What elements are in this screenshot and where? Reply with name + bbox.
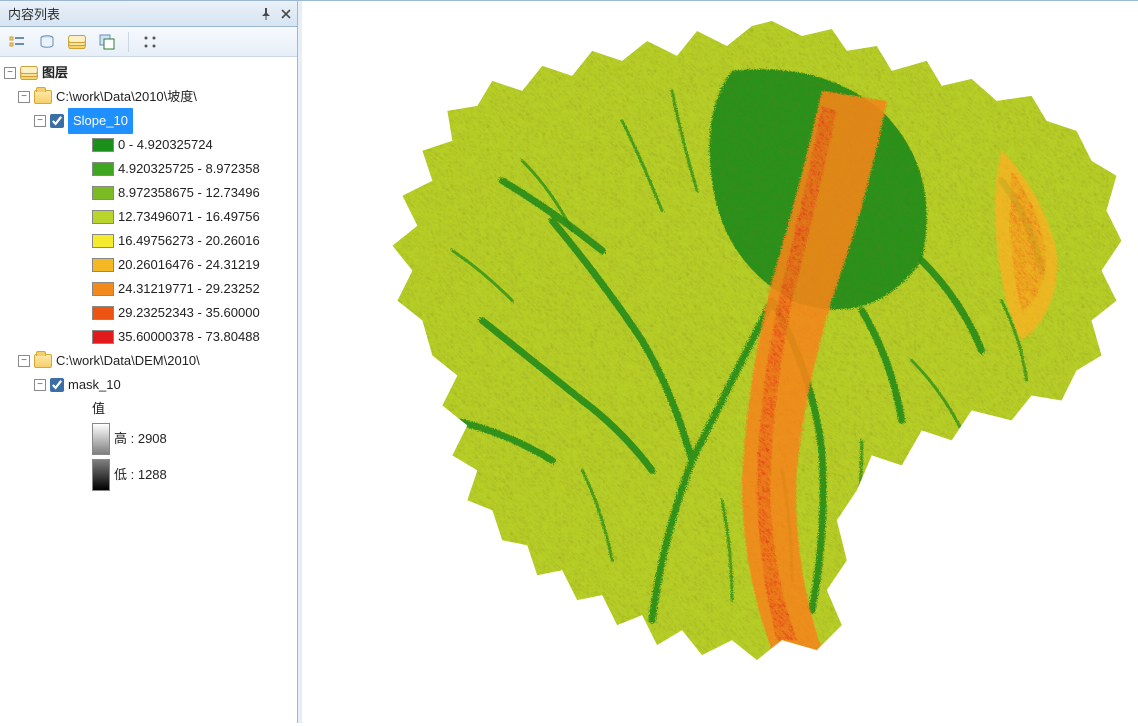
legend-class: 12.73496071 - 16.49756 [4,205,297,229]
layer-tree[interactable]: − 图层 − C:\work\Data\2010\坡度\ − Slope_10 … [0,57,297,723]
pin-icon[interactable] [259,8,273,20]
layer-name[interactable]: Slope_10 [68,108,133,134]
legend-swatch [92,459,110,491]
legend-label: 29.23252343 - 35.60000 [118,301,260,325]
legend-swatch [92,423,110,455]
close-icon[interactable] [279,9,293,19]
legend-swatch [92,162,114,176]
list-selection-button[interactable] [96,31,118,53]
legend-swatch [92,210,114,224]
legend-swatch [92,282,114,296]
legend-label: 24.31219771 - 29.23252 [118,277,260,301]
slope-raster [302,1,1138,723]
legend-stretch: 高 : 2908 [4,421,297,457]
layer-visibility-checkbox[interactable] [50,378,64,392]
group-path: C:\work\Data\2010\坡度\ [56,85,197,109]
root-label: 图层 [42,61,68,85]
legend-class: 4.920325725 - 8.972358 [4,157,297,181]
group-path: C:\work\Data\DEM\2010\ [56,349,200,373]
list-visibility-button[interactable] [66,31,88,53]
legend-title-row: 值 [4,397,297,421]
collapse-icon[interactable]: − [18,355,30,367]
folder-icon [34,354,52,368]
legend-label: 8.972358675 - 12.73496 [118,181,260,205]
list-source-button[interactable] [36,31,58,53]
legend-class: 8.972358675 - 12.73496 [4,181,297,205]
legend-swatch [92,138,114,152]
legend-class: 16.49756273 - 20.26016 [4,229,297,253]
layer-name[interactable]: mask_10 [68,373,121,397]
legend-low: 低 : 1288 [114,457,167,487]
legend-class: 35.60000378 - 73.80488 [4,325,297,349]
toc-toolbar [0,27,297,57]
group-folder[interactable]: − C:\work\Data\DEM\2010\ [4,349,297,373]
collapse-icon[interactable]: − [4,67,16,79]
legend-swatch [92,234,114,248]
toc-title: 内容列表 [8,4,253,23]
collapse-icon[interactable]: − [34,379,46,391]
legend-class: 24.31219771 - 29.23252 [4,277,297,301]
options-button[interactable] [139,31,161,53]
legend-label: 0 - 4.920325724 [118,133,213,157]
legend-class: 29.23252343 - 35.60000 [4,301,297,325]
layer-visibility-checkbox[interactable] [50,114,64,128]
toc-panel: 内容列表 − 图层 − [0,1,298,723]
list-drawing-order-button[interactable] [6,31,28,53]
legend-swatch [92,306,114,320]
legend-label: 16.49756273 - 20.26016 [118,229,260,253]
map-view[interactable] [298,1,1138,723]
legend-label: 12.73496071 - 16.49756 [118,205,260,229]
layers-icon [20,66,38,80]
tree-root[interactable]: − 图层 [4,61,297,85]
legend-label: 35.60000378 - 73.80488 [118,325,260,349]
legend-swatch [92,186,114,200]
legend-swatch [92,258,114,272]
legend-label: 20.26016476 - 24.31219 [118,253,260,277]
layer-row[interactable]: − Slope_10 [4,109,297,133]
map-canvas[interactable] [302,1,1138,723]
legend-title: 值 [92,397,105,421]
layer-row[interactable]: − mask_10 [4,373,297,397]
legend-stretch: 低 : 1288 [4,457,297,493]
legend-class: 20.26016476 - 24.31219 [4,253,297,277]
legend-label: 4.920325725 - 8.972358 [118,157,260,181]
toc-header: 内容列表 [0,1,297,27]
group-folder[interactable]: − C:\work\Data\2010\坡度\ [4,85,297,109]
collapse-icon[interactable]: − [34,115,46,127]
legend-class: 0 - 4.920325724 [4,133,297,157]
collapse-icon[interactable]: − [18,91,30,103]
legend-high: 高 : 2908 [114,421,167,451]
folder-icon [34,90,52,104]
legend-swatch [92,330,114,344]
